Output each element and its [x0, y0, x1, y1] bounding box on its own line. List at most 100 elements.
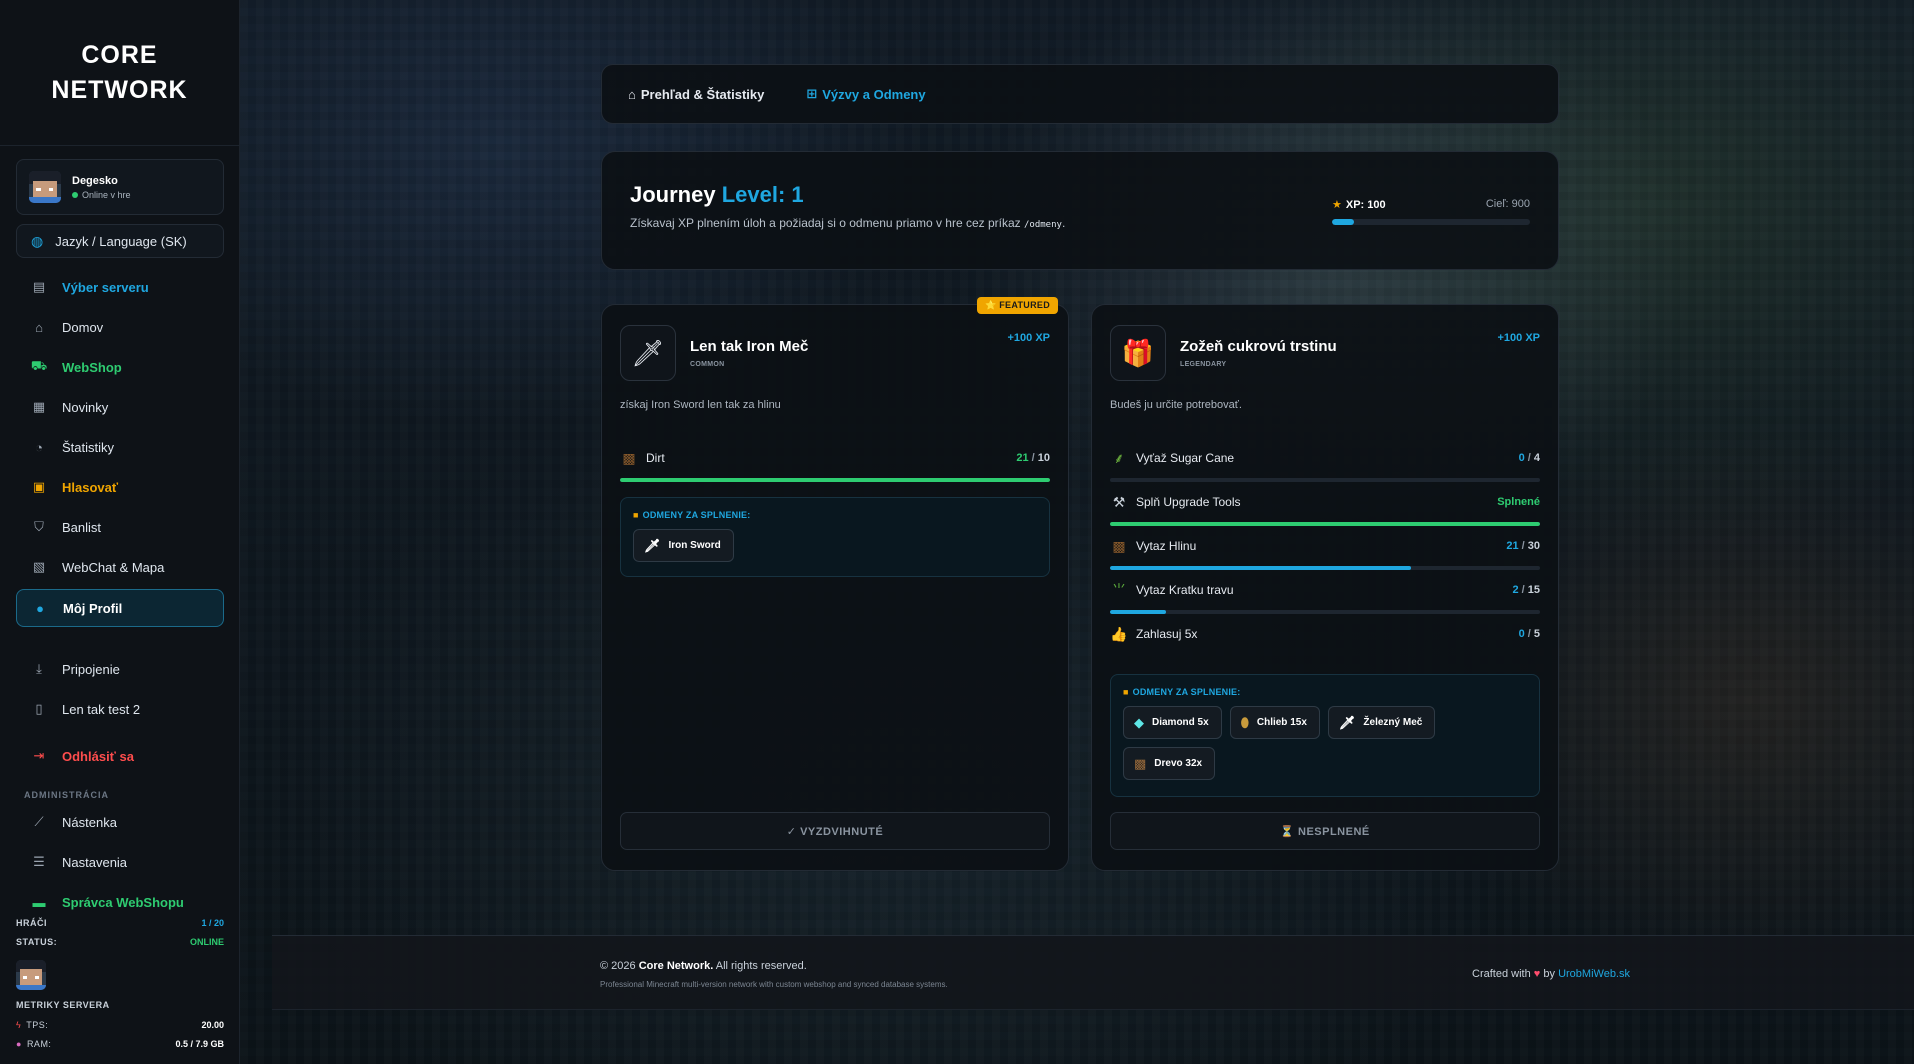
download-icon: ⤓: [36, 661, 42, 676]
tab-overview[interactable]: ⌂ Prehľad & Štatistiky: [628, 87, 764, 102]
logout-icon: ⇥: [33, 748, 45, 763]
nav-vote[interactable]: ▣ Hlasovať: [16, 468, 224, 506]
rewards-box: ■ ODMENY ZA SPLNENIE: 🗡 Iron Sword: [620, 497, 1050, 577]
metrics-title: METRIKY SERVERA: [16, 1000, 110, 1010]
cart-icon: ⛟: [30, 358, 48, 373]
gift-icon: 🎁: [1110, 325, 1166, 381]
server-stats: HRÁČI 1 / 20 STATUS: ONLINE METRIKY SERVER…: [0, 913, 240, 1053]
tab-bar: ⌂ Prehľad & Štatistiky ⊞ Výzvy a Odmeny: [601, 64, 1559, 124]
footer: © 2026 Core Network. All rights reserved…: [272, 935, 1914, 1010]
globe-icon: ◍: [31, 232, 44, 249]
nav-home[interactable]: ⌂ Domov: [16, 308, 224, 346]
avatar: [29, 171, 61, 203]
status-value: ONLINE: [189, 936, 224, 947]
card-xp: +100 XP: [1007, 332, 1050, 344]
nav-news[interactable]: ▦ Novinky: [16, 388, 224, 426]
rewards-box: ■ ODMENY ZA SPLNENIE: ◆ Diamond 5x ⬮ Chlieb…: [1110, 674, 1540, 797]
task-item: ▩ Vytaz Hlinu 21 / 30: [1110, 536, 1540, 570]
tools-icon: ⚒: [1112, 493, 1126, 510]
card-description: Budeš ju určite potrebovať.: [1110, 399, 1242, 411]
newspaper-icon: ▦: [32, 399, 46, 414]
player-avatar[interactable]: [16, 960, 46, 990]
featured-badge: ⭐ FEATURED: [976, 297, 1058, 314]
copyright: © 2026 Core Network. All rights reserved…: [600, 960, 807, 972]
sword-icon: 🗡: [620, 325, 676, 381]
user-icon: ●: [36, 600, 44, 616]
language-label: Jazyk / Language (SK): [55, 233, 187, 249]
nav-logout[interactable]: ⇥ Odhlásiť sa: [16, 737, 224, 775]
journey-level: Level: 1: [721, 182, 804, 207]
home-icon: ⌂: [35, 319, 43, 335]
tps-value: 20.00: [201, 1019, 224, 1030]
heart-icon: ♥: [1533, 968, 1541, 980]
bolt-icon: ϟ: [16, 1019, 22, 1030]
bread-icon: ⬮: [1240, 714, 1249, 730]
sword-icon: 🗡: [1338, 714, 1356, 730]
nav-webshop[interactable]: ⛟ WebShop: [16, 348, 224, 386]
card-title: Zožeň cukrovú trstinu: [1180, 338, 1337, 355]
challenge-card: ⭐ FEATURED 🗡 Len tak Iron Meč COMMON +10…: [601, 297, 1069, 871]
gift-icon: ■: [1123, 687, 1129, 697]
gift-icon: ■: [633, 510, 639, 520]
players-label: HRÁČI: [16, 917, 47, 928]
reward-chip: ⬮ Chlieb 15x: [1229, 706, 1320, 739]
star-icon: ★: [1332, 199, 1342, 211]
crafted-with: Crafted with ♥ by UrobMiWeb.sk: [1472, 968, 1630, 980]
footer-subtitle: Professional Minecraft multi-version net…: [600, 980, 948, 989]
sidebar: CORE NETWORK Degesko Online v hre ◍ Jazyk…: [0, 0, 240, 1064]
task-item: 👍 Zahlasuj 5x 0 / 5: [1110, 625, 1540, 642]
file-icon: ▯: [35, 701, 43, 716]
memory-icon: ●: [16, 1038, 22, 1049]
nav-connect[interactable]: ⤓ Pripojenie: [16, 650, 224, 688]
card-rarity: COMMON: [690, 361, 725, 368]
card-rarity: LEGENDARY: [1180, 361, 1227, 368]
nav-server-select[interactable]: ▤ Výber serveru: [16, 268, 224, 306]
not-completed-button[interactable]: ⏳ NESPLNENÉ: [1110, 812, 1540, 850]
tab-challenges[interactable]: ⊞ Výzvy a Odmeny: [806, 86, 925, 102]
nav-dashboard[interactable]: ⟋ Nástenka: [16, 803, 224, 841]
nav-statistics[interactable]: ◔ Štatistiky: [16, 428, 224, 466]
diamond-icon: ◆: [1134, 714, 1144, 730]
task-item: ⚒ Splň Upgrade Tools Splnené: [1110, 492, 1540, 526]
nav-webchat-map[interactable]: ▧ WebChat & Mapa: [16, 548, 224, 586]
xp-progress: ★ XP: 100 Cieľ: 900: [1332, 198, 1530, 225]
card-xp: +100 XP: [1497, 332, 1540, 344]
gift-icon: ⊞: [806, 86, 818, 101]
language-selector[interactable]: ◍ Jazyk / Language (SK): [16, 224, 224, 258]
vote-icon: ▣: [32, 479, 46, 494]
dirt-block-icon: ▩: [622, 449, 636, 466]
ram-label: RAM:: [26, 1038, 52, 1049]
task-item: ▩ Dirt 21 / 10: [620, 448, 1050, 482]
shield-icon: ⛉: [34, 519, 44, 534]
credits-link[interactable]: UrobMiWeb.sk: [1558, 968, 1630, 980]
ram-value: 0.5 / 7.9 GB: [175, 1038, 224, 1049]
server-icon: ▤: [32, 279, 46, 294]
reward-chip: 🗡 Železný Meč: [1327, 706, 1436, 739]
nav-settings[interactable]: ☰ Nastavenia: [16, 843, 224, 881]
user-card[interactable]: Degesko Online v hre: [16, 159, 224, 215]
home-icon: ⌂: [628, 86, 636, 102]
sword-icon: 🗡: [644, 537, 661, 553]
brand-line1: CORE: [81, 40, 158, 69]
challenge-card: 🎁 Zožeň cukrovú trstinu LEGENDARY +100 X…: [1091, 304, 1559, 871]
card-title: Len tak Iron Meč: [690, 338, 809, 355]
claimed-button[interactable]: ✓ VYZDVIHNUTÉ: [620, 812, 1050, 850]
nav-test-page[interactable]: ▯ Len tak test 2: [16, 690, 224, 728]
journey-command: /odmeny: [1024, 220, 1062, 230]
reward-chip: ▩ Drevo 32x: [1123, 747, 1216, 780]
tps-label: TPS:: [26, 1019, 49, 1030]
xp-bar: [1332, 219, 1530, 225]
reward-chip: 🗡 Iron Sword: [633, 529, 734, 562]
grass-icon: ⺌: [1112, 582, 1126, 598]
wood-icon: ▩: [1134, 755, 1147, 771]
map-icon: ▧: [32, 559, 46, 574]
xp-label: XP: 100: [1345, 199, 1386, 211]
nav-banlist[interactable]: ⛉ Banlist: [16, 508, 224, 546]
sliders-icon: ☰: [33, 854, 45, 869]
user-name: Degesko: [72, 174, 118, 187]
nav-my-profile[interactable]: ● Môj Profil: [16, 589, 224, 627]
line-chart-icon: ⟋: [34, 814, 44, 829]
goal-label: Cieľ: 900: [1485, 198, 1530, 210]
brand-logo[interactable]: CORE NETWORK: [0, 0, 239, 146]
pie-chart-icon: ◔: [35, 439, 43, 455]
